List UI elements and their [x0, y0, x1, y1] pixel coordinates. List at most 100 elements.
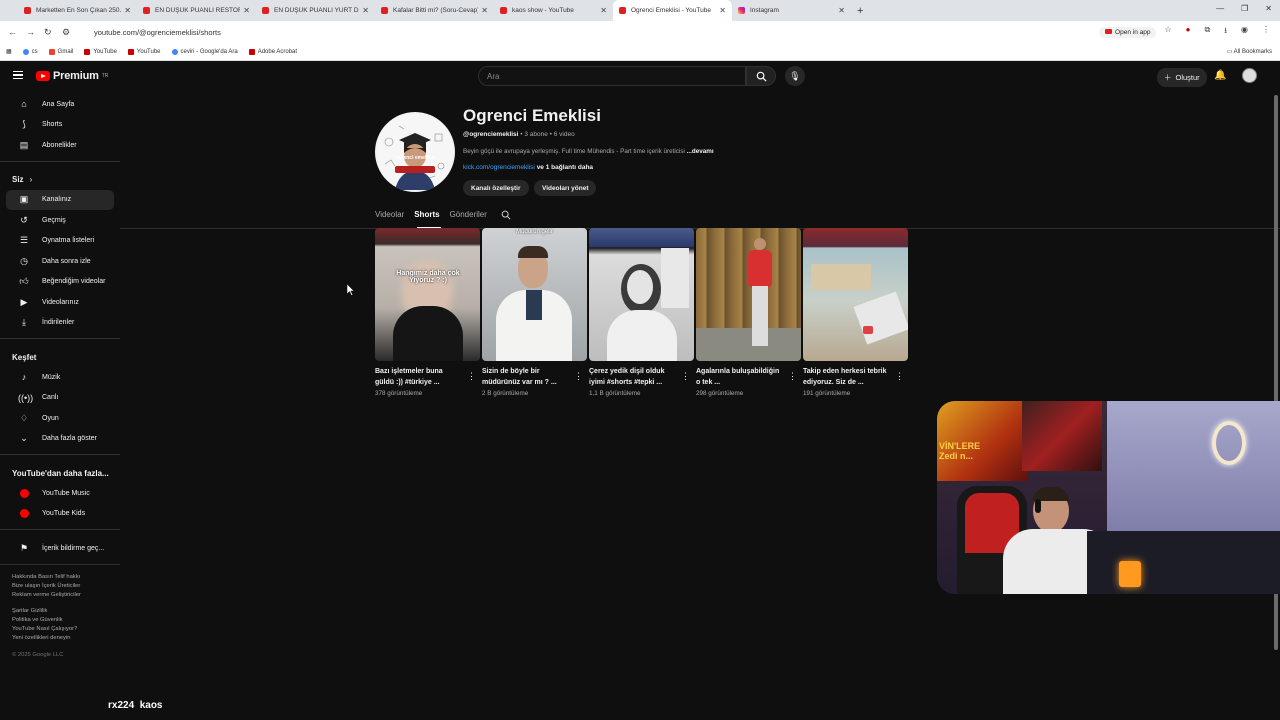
- short-thumbnail[interactable]: [803, 228, 908, 361]
- star-icon[interactable]: ☆: [1164, 25, 1171, 39]
- reload-icon[interactable]: ↻: [44, 27, 62, 38]
- sidebar-item-youtube-kids[interactable]: YouTube Kids: [6, 504, 114, 525]
- bookmark-item[interactable]: ceviri - Google'da Ara: [171, 48, 238, 55]
- search-input[interactable]: Ara: [478, 66, 746, 86]
- short-thumbnail[interactable]: Hangimiz daha çok Yiyoruz ? :): [375, 228, 480, 361]
- channel-description[interactable]: Beyin göçü ile avrupaya yerleşmiş. Full …: [463, 148, 714, 155]
- tab-shorts[interactable]: Shorts: [414, 210, 439, 222]
- sidebar-item-youtube-music[interactable]: YouTube Music: [6, 483, 114, 504]
- download-icon[interactable]: ⭳: [1224, 25, 1227, 39]
- youtube-premium-logo[interactable]: Premium TR: [36, 70, 108, 82]
- minimize-icon[interactable]: —: [1216, 4, 1224, 13]
- short-title[interactable]: Sizin de böyle bir müdürünüz var mı ? ..…: [482, 367, 570, 388]
- sidebar-item-show-more[interactable]: ⌄ Daha fazla göster: [6, 429, 114, 450]
- browser-tab[interactable]: Instagram ✕: [732, 0, 851, 21]
- all-bookmarks[interactable]: ▭ All Bookmarks: [1227, 48, 1272, 55]
- sidebar-item-watch-later[interactable]: ◷ Daha sonra izle: [6, 251, 114, 272]
- close-icon[interactable]: ✕: [243, 6, 250, 15]
- sidebar-item-report-history[interactable]: ⚑ İçerik bildirme geç...: [6, 538, 114, 559]
- notifications-bell-icon[interactable]: 🔔: [1214, 70, 1226, 81]
- maximize-icon[interactable]: ❐: [1241, 4, 1248, 13]
- short-thumbnail[interactable]: Müdürün gelir: [482, 228, 587, 361]
- short-card[interactable]: Hangimiz daha çok Yiyoruz ? :) Bazı işle…: [375, 228, 480, 397]
- short-thumbnail[interactable]: [696, 228, 801, 361]
- short-card[interactable]: Agalarınla buluşabildiğin o tek ... 298 …: [696, 228, 801, 397]
- puzzle-icon[interactable]: ⧉: [1204, 25, 1210, 39]
- short-thumbnail[interactable]: [589, 228, 694, 361]
- microphone-icon[interactable]: 🎙: [785, 66, 805, 86]
- close-icon[interactable]: ✕: [600, 6, 607, 15]
- channel-avatar[interactable]: ogrenci emeklisi: [375, 112, 455, 192]
- sidebar-item-shorts[interactable]: ⟆ Shorts: [6, 115, 114, 136]
- sidebar-item-playlists[interactable]: ☰ Oynatma listeleri: [6, 231, 114, 252]
- close-icon[interactable]: ✕: [124, 6, 131, 15]
- sidebar-item-gaming[interactable]: ♢ Oyun: [6, 408, 114, 429]
- footer-links[interactable]: Bize ulaşın İçerik Üreticiler: [12, 582, 120, 591]
- browser-tab[interactable]: EN DÜŞÜK PUANLI RESTORAN✕: [137, 0, 256, 21]
- menu-icon[interactable]: ⋮: [1262, 25, 1270, 39]
- browser-tab[interactable]: Marketten En Son Çıkan 250.00 ✕: [18, 0, 137, 21]
- account-avatar[interactable]: [1242, 68, 1257, 83]
- url-field[interactable]: youtube.com/@ogrenciemeklisi/shorts: [94, 28, 1099, 37]
- bookmark-item[interactable]: YouTube: [84, 48, 117, 55]
- footer-links[interactable]: Reklam verme Geliştiriciler: [12, 591, 120, 600]
- close-icon[interactable]: ✕: [362, 6, 369, 15]
- short-card[interactable]: Takip eden herkesi tebrik ediyoruz. Siz …: [803, 228, 908, 397]
- more-options-icon[interactable]: ⋮: [895, 371, 904, 382]
- footer-links[interactable]: Politika ve Güvenlik: [12, 616, 120, 625]
- new-tab-button[interactable]: +: [857, 5, 863, 17]
- apps-icon[interactable]: ▦: [6, 48, 12, 55]
- bookmark-item[interactable]: Gmail: [48, 48, 73, 55]
- forward-icon[interactable]: →: [26, 27, 44, 37]
- short-title[interactable]: Agalarınla buluşabildiğin o tek ...: [696, 367, 784, 388]
- bookmark-item[interactable]: Adobe Acrobat: [248, 48, 297, 55]
- short-title[interactable]: Çerez yedik dişil olduk iyimi #shorts #t…: [589, 367, 677, 388]
- close-icon[interactable]: ✕: [838, 6, 845, 15]
- bookmark-item[interactable]: YouTube: [127, 48, 161, 55]
- sidebar-item-subscriptions[interactable]: ▤ Abonelikler: [6, 135, 114, 156]
- short-title[interactable]: Takip eden herkesi tebrik ediyoruz. Siz …: [803, 367, 891, 388]
- channel-links[interactable]: kick.com/ogrenciemeklisi ve 1 bağlantı d…: [463, 164, 593, 171]
- profile-icon[interactable]: ◉: [1241, 25, 1248, 39]
- site-info-icon[interactable]: ⚙: [62, 27, 80, 38]
- more-options-icon[interactable]: ⋮: [788, 371, 797, 382]
- search-button[interactable]: [746, 66, 776, 86]
- footer-links[interactable]: Şartlar Gizlilik: [12, 607, 120, 616]
- short-card[interactable]: Çerez yedik dişil olduk iyimi #shorts #t…: [589, 228, 694, 397]
- tab-videos[interactable]: Videolar: [375, 210, 404, 222]
- footer-links[interactable]: Hakkında Basın Telif hakkı: [12, 573, 120, 582]
- browser-tab[interactable]: kaos show - YouTube ✕: [494, 0, 613, 21]
- manage-videos-button[interactable]: Videoları yönet: [534, 180, 597, 196]
- browser-tab-active[interactable]: Ogrenci Emeklisi - YouTube ✕: [613, 0, 732, 21]
- browser-tab[interactable]: EN DÜŞÜK PUANLI YURT DIŞI ✕: [256, 0, 375, 21]
- sidebar-item-home[interactable]: ⌂ Ana Sayfa: [6, 94, 114, 115]
- open-in-app-button[interactable]: Open in app: [1099, 26, 1157, 38]
- channel-search-icon[interactable]: [501, 210, 511, 222]
- close-icon[interactable]: ✕: [719, 6, 726, 15]
- tab-posts[interactable]: Gönderiler: [450, 210, 487, 222]
- sidebar-item-your-videos[interactable]: ▶ Videolarınız: [6, 292, 114, 313]
- browser-tab[interactable]: Kafalar Bitti mi? (Soru-Cevap) ✕: [375, 0, 494, 21]
- footer-links[interactable]: Yeni özellikleri deneyin: [12, 634, 120, 643]
- more-options-icon[interactable]: ⋮: [681, 371, 690, 382]
- customize-channel-button[interactable]: Kanalı özelleştir: [463, 180, 529, 196]
- sidebar-item-downloads[interactable]: ⤓ İndirilenler: [6, 313, 114, 334]
- close-icon[interactable]: ✕: [481, 6, 488, 15]
- sidebar-item-history[interactable]: ↺ Geçmiş: [6, 210, 114, 231]
- sidebar-item-live[interactable]: ((•)) Canlı: [6, 388, 114, 409]
- bookmark-item[interactable]: cs: [22, 48, 38, 55]
- extension-icon[interactable]: ●: [1186, 25, 1191, 39]
- back-icon[interactable]: ←: [8, 27, 26, 37]
- hamburger-menu-icon[interactable]: [13, 71, 23, 79]
- sidebar-item-music[interactable]: ♪ Müzik: [6, 367, 114, 388]
- sidebar-heading-you[interactable]: Siz ›: [0, 170, 120, 190]
- sidebar-item-your-channel[interactable]: ▣ Kanalınız: [6, 189, 114, 210]
- more-options-icon[interactable]: ⋮: [467, 371, 476, 382]
- more-options-icon[interactable]: ⋮: [574, 371, 583, 382]
- sidebar-item-liked-videos[interactable]: 👍︎ Beğendiğim videolar: [6, 272, 114, 293]
- create-button[interactable]: ＋ Oluştur: [1157, 68, 1207, 87]
- short-title[interactable]: Bazı işletmeler buna güldü :)) #türkiye …: [375, 367, 463, 388]
- footer-links[interactable]: YouTube Nasıl Çalışıyor?: [12, 625, 120, 634]
- close-window-icon[interactable]: ✕: [1265, 4, 1272, 13]
- short-card[interactable]: Müdürün gelir Sizin de böyle bir müdürün…: [482, 228, 587, 397]
